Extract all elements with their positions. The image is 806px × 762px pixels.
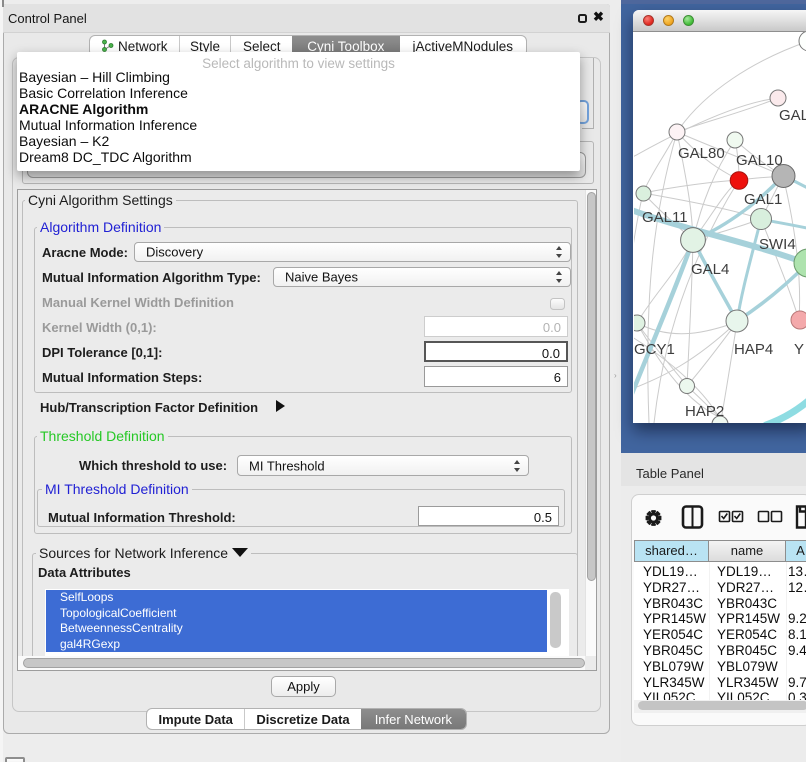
svg-text:GAL10: GAL10 bbox=[736, 152, 783, 169]
svg-text:GAL80: GAL80 bbox=[678, 145, 725, 162]
svg-text:GCY1: GCY1 bbox=[634, 341, 675, 358]
svg-text:HAP4: HAP4 bbox=[734, 341, 773, 358]
svg-text:SWI4: SWI4 bbox=[759, 236, 796, 253]
svg-text:GAL1: GAL1 bbox=[744, 191, 782, 208]
svg-text:GAL7: GAL7 bbox=[779, 107, 806, 124]
svg-text:HAP2: HAP2 bbox=[685, 403, 724, 420]
svg-text:GAL11: GAL11 bbox=[642, 209, 688, 226]
svg-text:GAL4: GAL4 bbox=[691, 261, 729, 278]
svg-text:Y: Y bbox=[794, 341, 804, 358]
